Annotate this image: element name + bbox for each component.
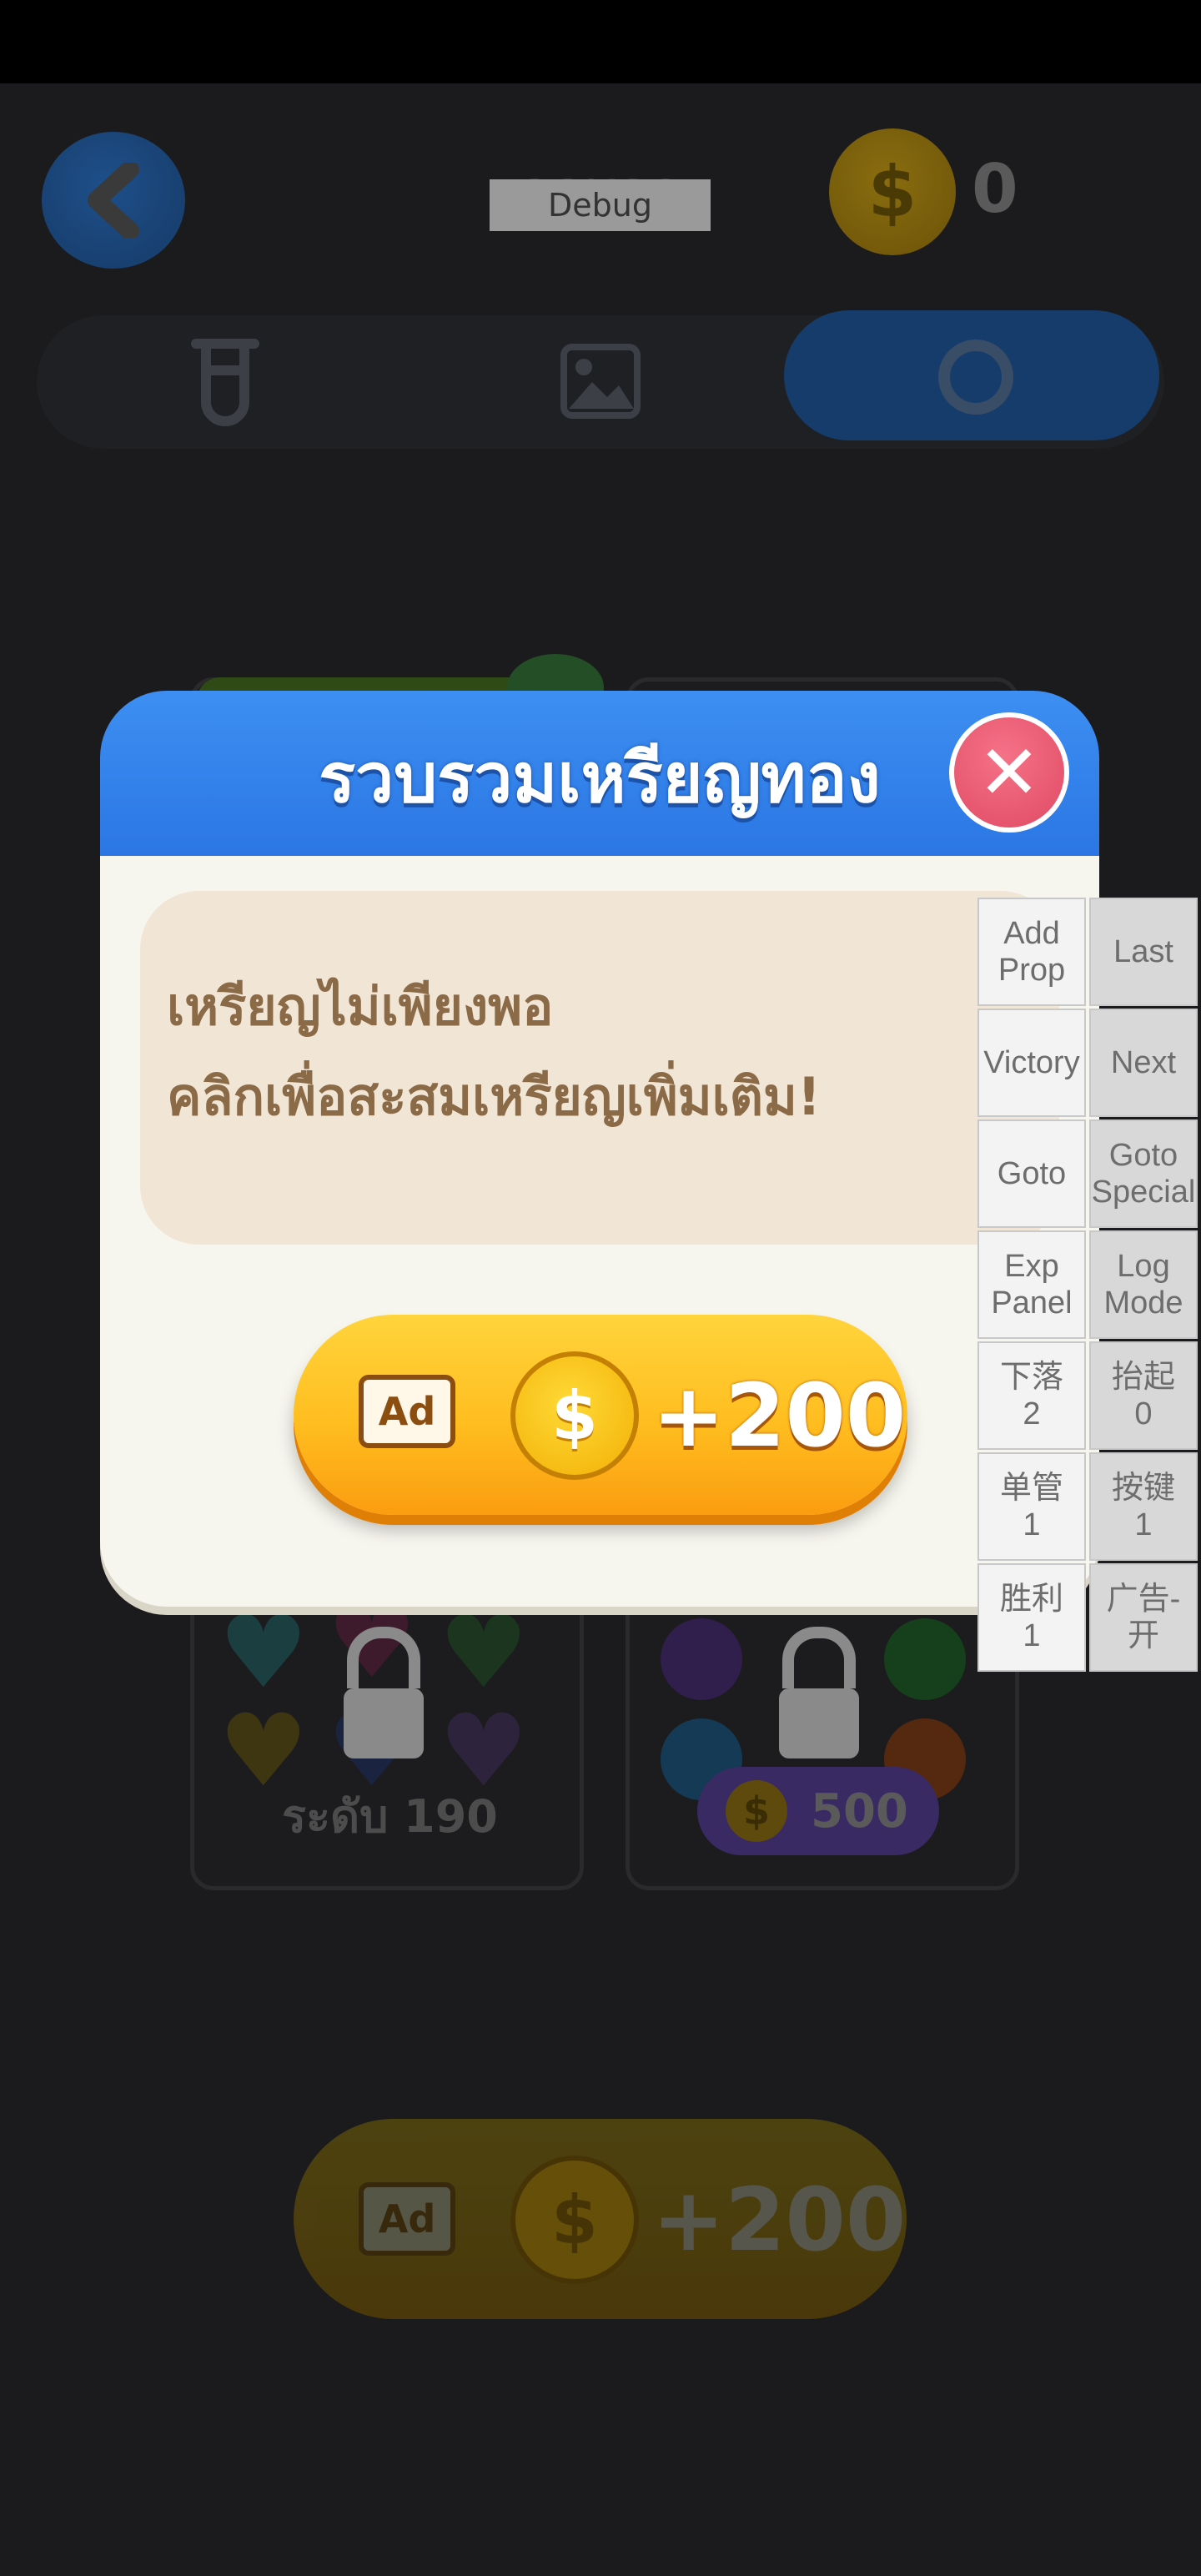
bottom-ad-button[interactable]: Ad $ +200	[294, 2119, 907, 2319]
debug-panel: Add Prop Last Victory Next Goto Goto Special E…	[977, 898, 1198, 1673]
debug-button[interactable]: Goto	[977, 1119, 1086, 1228]
coin-icon: $	[510, 2156, 639, 2284]
debug-button[interactable]: 胜利 1	[977, 1563, 1086, 1672]
back-button[interactable]	[42, 132, 185, 269]
tab-images[interactable]	[560, 344, 641, 422]
ad-badge: Ad	[359, 1375, 455, 1448]
unlock-price-button[interactable]: $ 500	[697, 1767, 939, 1855]
debug-button[interactable]: 单管 1	[977, 1452, 1086, 1561]
ball	[661, 1618, 742, 1700]
debug-button[interactable]: 下落 2	[977, 1341, 1086, 1450]
coin-icon: $	[726, 1780, 787, 1842]
heart-ball: ♥	[219, 1595, 309, 1711]
level-label: ระดับ 190	[282, 1790, 498, 1843]
debug-button[interactable]: 按键 1	[1089, 1452, 1198, 1561]
coin-icon: $	[829, 128, 956, 255]
status-bar	[0, 0, 1201, 83]
message-line-1: เหรียญไม่เพียงพอ	[167, 976, 554, 1037]
close-icon: ✕	[977, 728, 1041, 817]
close-button[interactable]: ✕	[949, 712, 1069, 833]
debug-button[interactable]: Victory	[977, 1009, 1086, 1117]
unlock-price: 500	[811, 1784, 908, 1839]
debug-button[interactable]: Debug	[490, 179, 711, 231]
debug-button[interactable]: 抬起 0	[1089, 1341, 1198, 1450]
tab-balls-icon-wrap	[934, 335, 1018, 422]
message-line-2: คลิกเพื่อสะสมเหรียญเพิ่มเติม!	[167, 1066, 822, 1127]
lock-icon	[344, 1627, 424, 1758]
watch-ad-button[interactable]: Ad $ +200	[294, 1315, 907, 1515]
debug-button[interactable]: Add Prop	[977, 898, 1086, 1006]
debug-button[interactable]: 广告-开	[1089, 1563, 1198, 1672]
ball	[884, 1618, 966, 1700]
coin-icon: $	[510, 1351, 639, 1480]
ad-reward-amount: +200	[652, 1365, 907, 1467]
image-icon	[560, 344, 641, 419]
heart-ball: ♥	[439, 1595, 529, 1711]
debug-button[interactable]: Last	[1089, 898, 1198, 1006]
tab-tubes[interactable]	[188, 337, 263, 430]
ring-icon	[938, 340, 1013, 415]
debug-button[interactable]: Next	[1089, 1009, 1198, 1117]
ad-badge: Ad	[359, 2182, 455, 2256]
lock-icon	[779, 1627, 859, 1758]
coin-balance: 0	[972, 150, 1018, 228]
collect-coins-dialog: รวบรวมเหรียญทอง ✕ เหรียญไม่เพียงพอ คลิกเ…	[100, 691, 1099, 1607]
test-tube-icon	[191, 339, 259, 426]
debug-button[interactable]: Exp Panel	[977, 1230, 1086, 1339]
chevron-left-icon	[88, 163, 139, 238]
debug-button[interactable]: Log Mode	[1089, 1230, 1198, 1339]
bottom-ad-amount: +200	[652, 2169, 907, 2271]
debug-button[interactable]: Goto Special	[1089, 1119, 1198, 1228]
